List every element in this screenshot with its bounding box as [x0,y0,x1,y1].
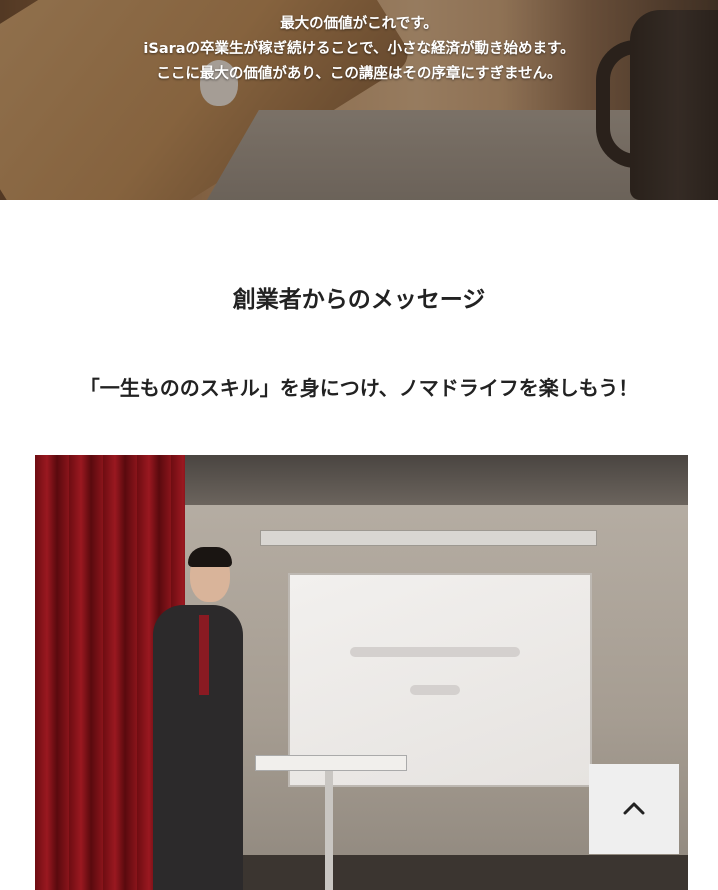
hero-banner: 最大の価値がこれです。 iSaraの卒業生が稼ぎ続けることで、小さな経済が動き始… [0,0,718,200]
hero-line: iSaraの卒業生が稼ぎ続けることで、小さな経済が動き始めます。 [143,41,575,57]
hero-message: 最大の価値がこれです。 iSaraの卒業生が稼ぎ続けることで、小さな経済が動き始… [0,12,718,87]
section-subtitle: 「一生もののスキル」を身につけ、ノマドライフを楽しもう！ [79,376,639,400]
back-to-top-button[interactable] [589,764,679,854]
hero-line: 最大の価値がこれです。 [280,16,438,32]
speaker-figure [153,605,243,890]
podium [255,755,407,771]
projector-screen-bar [260,530,597,546]
section-title: 創業者からのメッセージ [232,287,486,313]
chevron-up-icon [623,802,645,815]
hero-line: ここに最大の価値があり、この講座はその序章にすぎません。 [156,66,562,82]
